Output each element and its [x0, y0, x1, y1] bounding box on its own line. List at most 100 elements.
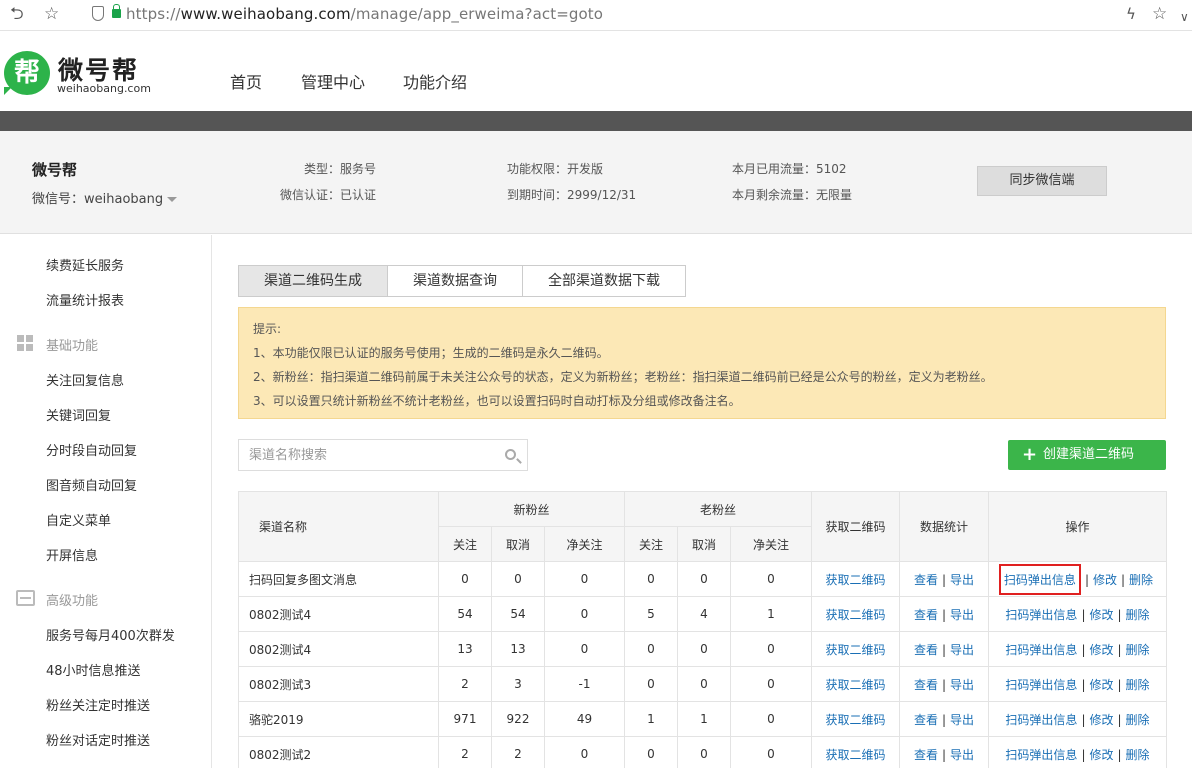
- ops-cell: 扫码弹出信息 | 修改 | 删除: [988, 561, 1167, 597]
- get-qr-link[interactable]: 获取二维码: [825, 713, 885, 727]
- sidebar-item-mass-send[interactable]: 服务号每月400次群发: [46, 625, 175, 644]
- wechat-id: 微信号：weihaobang: [32, 192, 164, 207]
- view-link[interactable]: 查看: [914, 573, 938, 587]
- old-follow: 0: [624, 736, 678, 768]
- get-qr-link[interactable]: 获取二维码: [825, 748, 885, 762]
- nav-home[interactable]: 首页: [230, 69, 262, 93]
- export-link[interactable]: 导出: [950, 608, 974, 622]
- tab-qr-generate[interactable]: 渠道二维码生成: [238, 265, 388, 297]
- type-info: 类型：服务号: [304, 162, 377, 176]
- search-icon[interactable]: [505, 449, 516, 460]
- scan-popup-link[interactable]: 扫码弹出信息: [1005, 713, 1077, 727]
- new-cancel: 13: [491, 631, 545, 667]
- channel-name: 0802测试3: [238, 666, 439, 702]
- export-link[interactable]: 导出: [950, 713, 974, 727]
- sidebar-item-chat-timed-push[interactable]: 粉丝对话定时推送: [46, 730, 150, 749]
- sidebar-item-custom-menu[interactable]: 自定义菜单: [46, 510, 111, 529]
- sidebar-item-timed-reply[interactable]: 分时段自动回复: [46, 440, 137, 459]
- search-input[interactable]: [239, 440, 489, 470]
- old-net: 0: [730, 666, 812, 702]
- get-qr-link[interactable]: 获取二维码: [825, 643, 885, 657]
- nav-management[interactable]: 管理中心: [301, 69, 365, 93]
- chevron-down-icon[interactable]: ∨: [1180, 7, 1189, 27]
- old-cancel: 0: [677, 736, 731, 768]
- delete-link[interactable]: 删除: [1126, 748, 1150, 762]
- browser-toolbar: ⮌ ☆ https://www.weihaobang.com/manage/ap…: [0, 0, 1192, 31]
- export-link[interactable]: 导出: [950, 748, 974, 762]
- new-net: 0: [544, 596, 625, 632]
- th-old-follow: 关注: [624, 526, 678, 562]
- th-old-net: 净关注: [730, 526, 812, 562]
- lightning-icon[interactable]: ϟ: [1126, 4, 1136, 24]
- tip-title: 提示:: [253, 322, 282, 336]
- sidebar-item-traffic-report[interactable]: 流量统计报表: [46, 290, 124, 309]
- view-link[interactable]: 查看: [914, 748, 938, 762]
- old-cancel: 0: [677, 666, 731, 702]
- sidebar-group-advanced: 高级功能: [46, 594, 99, 609]
- view-link[interactable]: 查看: [914, 678, 938, 692]
- export-link[interactable]: 导出: [950, 678, 974, 692]
- sync-wechat-button[interactable]: 同步微信端: [977, 166, 1107, 196]
- export-link[interactable]: 导出: [950, 643, 974, 657]
- get-qr-cell: 获取二维码: [811, 666, 900, 702]
- old-follow: 0: [624, 631, 678, 667]
- shield-icon[interactable]: [92, 6, 104, 21]
- delete-link[interactable]: 删除: [1126, 608, 1150, 622]
- view-link[interactable]: 查看: [914, 608, 938, 622]
- edit-link[interactable]: 修改: [1089, 643, 1113, 657]
- stats-cell: 查看 | 导出: [899, 596, 989, 632]
- account-switcher[interactable]: 微信号：weihaobang: [32, 188, 178, 207]
- account-panel: 微号帮 微信号：weihaobang 类型：服务号 微信认证：已认证 功能权限：…: [0, 131, 1192, 234]
- delete-link[interactable]: 删除: [1129, 573, 1153, 587]
- view-link[interactable]: 查看: [914, 713, 938, 727]
- scan-popup-link[interactable]: 扫码弹出信息: [1005, 608, 1077, 622]
- scan-popup-link[interactable]: 扫码弹出信息: [1004, 573, 1076, 587]
- sidebar-item-48h-push[interactable]: 48小时信息推送: [46, 660, 141, 679]
- star-icon[interactable]: ☆: [44, 4, 59, 24]
- edit-link[interactable]: 修改: [1089, 713, 1113, 727]
- separator: |: [941, 572, 947, 587]
- delete-link[interactable]: 删除: [1126, 713, 1150, 727]
- tab-download-all[interactable]: 全部渠道数据下载: [522, 265, 686, 297]
- old-net: 0: [730, 561, 812, 597]
- get-qr-link[interactable]: 获取二维码: [825, 573, 885, 587]
- edit-link[interactable]: 修改: [1089, 748, 1113, 762]
- nav-features[interactable]: 功能介绍: [403, 69, 467, 93]
- export-link[interactable]: 导出: [950, 573, 974, 587]
- delete-link[interactable]: 删除: [1126, 643, 1150, 657]
- edit-link[interactable]: 修改: [1089, 678, 1113, 692]
- separator: |: [1081, 712, 1086, 727]
- header-divider: [0, 111, 1192, 131]
- old-follow: 5: [624, 596, 678, 632]
- view-link[interactable]: 查看: [914, 643, 938, 657]
- sidebar-item-follow-reply[interactable]: 关注回复信息: [46, 370, 124, 389]
- back-icon[interactable]: ⮌: [10, 4, 24, 24]
- edit-link[interactable]: 修改: [1089, 608, 1113, 622]
- th-ops: 操作: [988, 491, 1167, 562]
- get-qr-link[interactable]: 获取二维码: [825, 608, 885, 622]
- address-bar[interactable]: https://www.weihaobang.com/manage/app_er…: [126, 5, 603, 23]
- get-qr-link[interactable]: 获取二维码: [825, 678, 885, 692]
- bookmark-star-icon[interactable]: ☆: [1152, 4, 1167, 24]
- sidebar-item-splash[interactable]: 开屏信息: [46, 545, 98, 564]
- th-new-fans: 新粉丝: [438, 491, 625, 527]
- old-net: 0: [730, 701, 812, 737]
- scan-popup-link[interactable]: 扫码弹出信息: [1005, 678, 1077, 692]
- delete-link[interactable]: 删除: [1126, 678, 1150, 692]
- tab-data-query[interactable]: 渠道数据查询: [387, 265, 523, 297]
- sidebar-item-keyword-reply[interactable]: 关键词回复: [46, 405, 111, 424]
- scan-popup-link[interactable]: 扫码弹出信息: [1005, 748, 1077, 762]
- new-cancel: 0: [491, 561, 545, 597]
- create-qr-button[interactable]: + 创建渠道二维码: [1008, 440, 1166, 470]
- sidebar-item-follow-timed-push[interactable]: 粉丝关注定时推送: [46, 695, 150, 714]
- stats-cell: 查看 | 导出: [899, 666, 989, 702]
- sidebar-item-renew[interactable]: 续费延长服务: [46, 255, 124, 274]
- scan-popup-link[interactable]: 扫码弹出信息: [1005, 643, 1077, 657]
- sidebar-item-media-reply[interactable]: 图音频自动回复: [46, 475, 137, 494]
- site-header: 帮 微号帮 weihaobang.com 首页 管理中心 功能介绍: [0, 31, 1192, 111]
- separator: |: [941, 607, 947, 622]
- create-qr-label: 创建渠道二维码: [1043, 447, 1135, 462]
- ops-cell: 扫码弹出信息 | 修改 | 删除: [988, 596, 1167, 632]
- edit-link[interactable]: 修改: [1093, 573, 1117, 587]
- th-old-fans: 老粉丝: [624, 491, 812, 527]
